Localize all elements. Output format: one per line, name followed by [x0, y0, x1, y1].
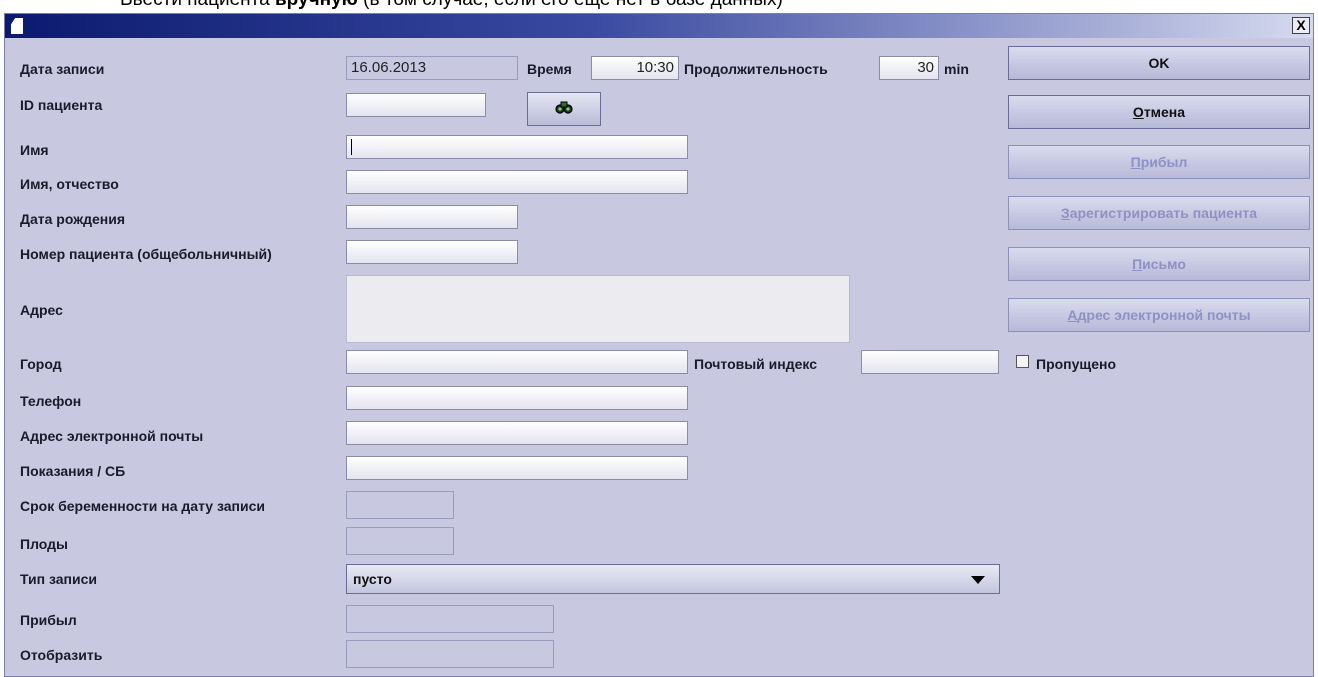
record-type-select[interactable]: пусто — [346, 564, 1000, 594]
first-name-label: Имя — [20, 142, 49, 158]
record-date-field: 16.06.2013 — [346, 56, 518, 80]
patient-search-button[interactable] — [527, 92, 601, 126]
letter-button[interactable]: Письмо — [1008, 247, 1310, 281]
letter-mnemonic: П — [1132, 256, 1143, 272]
phone-label: Телефон — [20, 393, 82, 409]
name-patronymic-field[interactable] — [346, 170, 688, 194]
chevron-down-icon — [971, 576, 985, 584]
cancel-button[interactable]: Отмена — [1008, 95, 1310, 129]
record-type-value: пусто — [353, 571, 392, 587]
indications-field[interactable] — [346, 456, 688, 480]
fetuses-label: Плоды — [20, 536, 68, 552]
gestation-field — [346, 491, 454, 519]
close-button[interactable]: X — [1292, 17, 1310, 34]
first-name-field[interactable] — [346, 135, 688, 159]
birth-date-field[interactable] — [346, 205, 518, 229]
fetuses-field — [346, 527, 454, 555]
record-type-label: Тип записи — [20, 571, 97, 587]
postal-code-label: Почтовый индекс — [694, 356, 818, 372]
app-icon — [11, 18, 23, 34]
patient-id-field[interactable] — [346, 93, 486, 117]
text-cursor — [351, 139, 352, 156]
birth-date-label: Дата рождения — [20, 211, 126, 227]
caption-text-bold: вручную — [275, 0, 358, 10]
city-field[interactable] — [346, 350, 688, 374]
gestation-label: Срок беременности на дату записи — [20, 498, 265, 514]
patient-id-label: ID пациента — [20, 97, 103, 113]
duration-field[interactable]: 30 — [879, 56, 939, 80]
record-date-label: Дата записи — [20, 61, 105, 77]
register-patient-button[interactable]: Зарегистрировать пациента — [1008, 196, 1310, 230]
missed-checkbox[interactable] — [1016, 355, 1029, 368]
address-field[interactable] — [346, 275, 850, 343]
titlebar[interactable]: X — [5, 14, 1313, 38]
cancel-label: тмена — [1143, 104, 1186, 120]
indications-label: Показания / СБ — [20, 463, 126, 479]
arrived-mnemonic: П — [1130, 154, 1141, 170]
phone-field[interactable] — [346, 386, 688, 410]
time-label: Время — [527, 61, 572, 77]
email-label: Адрес электронной почты — [20, 428, 204, 444]
missed-label: Пропущено — [1036, 356, 1117, 372]
duration-label: Продолжительность — [684, 61, 828, 77]
arrived-button[interactable]: Прибыл — [1008, 145, 1310, 179]
hospital-number-field[interactable] — [346, 240, 518, 264]
hospital-number-label: Номер пациента (общебольничный) — [20, 246, 272, 262]
arrived-button-label: рибыл — [1140, 154, 1188, 170]
name-patronymic-label: Имя, отчество — [20, 176, 119, 192]
arrived-label: Прибыл — [20, 612, 77, 628]
email-button-label: дрес электронной почты — [1077, 307, 1251, 323]
display-field — [346, 640, 554, 668]
display-label: Отобразить — [20, 647, 103, 663]
duration-unit-label: min — [944, 61, 969, 77]
arrived-field — [346, 605, 554, 633]
email-field[interactable] — [346, 421, 688, 445]
register-label: арегистрировать пациента — [1069, 205, 1258, 221]
binoculars-icon — [555, 99, 573, 120]
ok-button[interactable]: OK — [1008, 46, 1310, 80]
page-caption: Ввести пациента вручную (в том случае, е… — [0, 0, 1318, 13]
letter-label: исьмо — [1142, 256, 1186, 272]
email-button[interactable]: Адрес электронной почты — [1008, 298, 1310, 332]
register-mnemonic: З — [1060, 205, 1070, 221]
cancel-mnemonic: О — [1132, 104, 1144, 120]
postal-code-field[interactable] — [861, 350, 999, 374]
caption-text-1: Ввести пациента — [120, 0, 275, 10]
email-mnemonic: А — [1067, 307, 1078, 323]
caption-text-2: (в том случае, если его еще нет в базе д… — [358, 0, 783, 10]
address-label: Адрес — [20, 302, 63, 318]
time-field[interactable]: 10:30 — [591, 56, 679, 80]
city-label: Город — [20, 356, 62, 372]
